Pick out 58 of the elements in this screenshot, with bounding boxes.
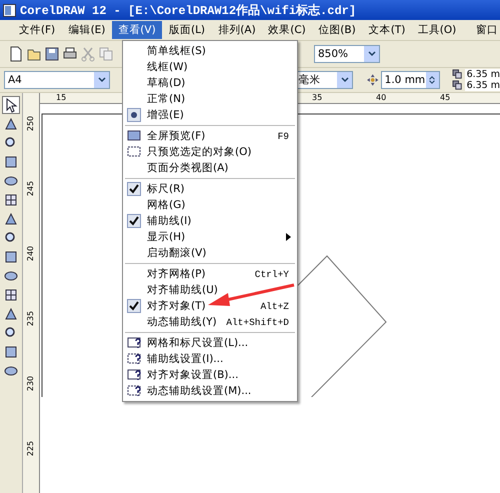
menu-item[interactable]: 页面分类视图(A) <box>123 160 297 176</box>
guideline-settings-icon <box>127 352 141 366</box>
menu-item[interactable]: 标尺(R) <box>123 181 297 197</box>
dotted-frame-icon <box>127 145 141 159</box>
spin-arrows-icon <box>428 76 436 84</box>
menu-item[interactable]: 文本(T) <box>362 21 412 39</box>
menu-item[interactable]: 网格(G) <box>123 197 297 213</box>
menu-item[interactable]: 动态辅助线设置(M)... <box>123 383 297 399</box>
ruler-label: 240 <box>26 246 36 262</box>
menu-item[interactable]: 只预览选定的对象(O) <box>123 144 297 160</box>
menu-item[interactable]: 编辑(E) <box>62 21 112 39</box>
menu-item[interactable]: 辅助线(I) <box>123 213 297 229</box>
app-icon <box>3 4 16 16</box>
ruler-label: 235 <box>26 310 36 326</box>
menu-item[interactable]: 网格和标尺设置(L)... <box>123 335 297 351</box>
menu-item[interactable]: 工具(O) <box>412 21 462 39</box>
menu-item[interactable]: 正常(N) <box>123 91 297 107</box>
ruler-label: 225 <box>26 440 36 456</box>
new-file-icon[interactable] <box>8 46 24 62</box>
menu-item[interactable]: 对齐辅助线(U) <box>123 282 297 298</box>
ruler-label: 15 <box>56 93 66 102</box>
pointer-icon[interactable] <box>3 97 19 113</box>
menu-item[interactable]: 窗口 <box>462 21 500 39</box>
window-title: CorelDRAW 12 - [E:\CorelDRAW12作品\wifi标志.cdr] <box>20 2 356 18</box>
menu-item[interactable]: 效果(C) <box>262 21 312 39</box>
nudge-icon <box>367 74 379 86</box>
duplicate-x-field[interactable]: 6.35 m <box>464 69 500 80</box>
menu-item[interactable]: 草稿(D) <box>123 75 297 91</box>
menu-item[interactable]: 显示(H) <box>123 229 297 245</box>
menu-item[interactable]: 动态辅助线(Y) Alt+Shift+D <box>123 314 297 330</box>
menu-item[interactable]: 文件(F) <box>12 21 62 39</box>
ruler-label: 245 <box>26 180 36 196</box>
dynamic-guide-icon <box>127 384 141 398</box>
ruler-label: 40 <box>376 93 386 102</box>
page-size-dropdown[interactable]: A4 <box>4 71 110 89</box>
snap-settings-icon <box>127 368 141 382</box>
menu-item[interactable]: 线框(W) <box>123 59 297 75</box>
ruler-label: 250 <box>26 116 36 132</box>
zoom-dropdown[interactable]: 850% <box>314 45 380 63</box>
menu-item[interactable]: 增强(E) <box>123 107 297 123</box>
menu-item[interactable]: 查看(V) <box>112 21 162 39</box>
save-icon[interactable] <box>44 46 60 62</box>
ruler-label: 230 <box>26 376 36 392</box>
grid-settings-icon <box>127 336 141 350</box>
menu-item[interactable]: 位图(B) <box>312 21 362 39</box>
nudge-field[interactable]: 1.0 mm <box>380 71 440 89</box>
menu-item[interactable]: 版面(L) <box>162 21 212 39</box>
menu-item[interactable]: 对齐网格(P) Ctrl+Y <box>123 266 297 282</box>
menu-item[interactable]: 对齐对象设置(B)... <box>123 367 297 383</box>
duplicate-y-field[interactable]: 6.35 m <box>464 80 500 91</box>
menu-item[interactable]: 全屏预览(F) F9 <box>123 128 297 144</box>
menu-item[interactable]: 对齐对象(T) Alt+Z <box>123 298 297 314</box>
menu-item[interactable]: 排列(A) <box>212 21 262 39</box>
menu-item[interactable]: 简单线框(S) <box>123 43 297 59</box>
menu-item[interactable]: 辅助线设置(I)... <box>123 351 297 367</box>
menu-item[interactable]: 启动翻滚(V) <box>123 245 297 261</box>
ruler-label: 35 <box>312 93 322 102</box>
ruler-label: 45 <box>440 93 450 102</box>
